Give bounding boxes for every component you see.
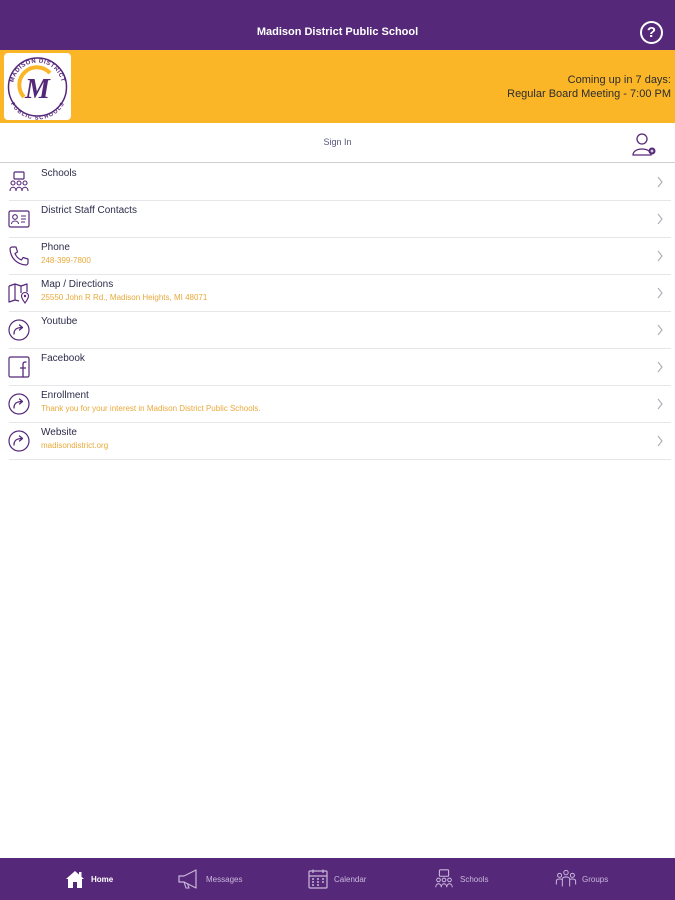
app-title: Madison District Public School — [256, 26, 419, 38]
menu-item-schools[interactable]: Schools — [9, 164, 671, 201]
menu-item-title: District Staff Contacts — [41, 205, 137, 216]
tab-label: Schools — [460, 874, 489, 884]
menu-item-map-directions[interactable]: Map / Directions 25550 John R Rd., Madis… — [8, 275, 671, 312]
menu-item-facebook[interactable]: Facebook — [8, 349, 671, 386]
announcement-banner: MADISON DISTRICT PUBLIC SCHOOLS M Coming… — [0, 50, 675, 123]
tab-label: Home — [91, 874, 114, 884]
phone-icon — [9, 246, 29, 266]
share-arrow-icon — [8, 393, 30, 415]
logo-letter: M — [24, 74, 51, 105]
share-arrow-icon — [8, 319, 30, 341]
tab-calendar[interactable]: Calendar — [307, 858, 366, 900]
chevron-right-icon — [657, 287, 663, 299]
chevron-right-icon — [657, 398, 663, 410]
sign-in-bar[interactable]: Sign In — [0, 123, 675, 163]
menu-item-title: Facebook — [41, 353, 85, 364]
menu-item-phone[interactable]: Phone 248-399-7800 — [9, 238, 671, 275]
home-menu: Schools District Staff Contacts Phone 24… — [0, 164, 675, 460]
tab-label: Calendar — [334, 874, 367, 884]
chevron-right-icon — [657, 361, 663, 373]
chevron-right-icon — [657, 213, 663, 225]
upcoming-label: Coming up in 7 days: — [567, 74, 671, 86]
chevron-right-icon — [657, 435, 663, 447]
menu-item-title: Youtube — [41, 316, 78, 327]
chevron-right-icon — [657, 176, 663, 188]
help-button[interactable]: ? — [640, 21, 663, 44]
menu-item-title: Enrollment — [41, 390, 89, 401]
menu-item-enrollment[interactable]: Enrollment Thank you for your interest i… — [8, 386, 671, 423]
calendar-icon — [308, 869, 328, 889]
enrollment-message: Thank you for your interest in Madison D… — [41, 404, 261, 413]
phone-number: 248-399-7800 — [41, 256, 91, 265]
upcoming-event[interactable]: Coming up in 7 days: Regular Board Meeti… — [507, 73, 671, 101]
upcoming-event-title: Regular Board Meeting - 7:00 PM — [507, 88, 671, 100]
tab-groups[interactable]: Groups — [555, 858, 608, 900]
district-logo: MADISON DISTRICT PUBLIC SCHOOLS M — [4, 53, 71, 122]
menu-item-website[interactable]: Website madisondistrict.org — [8, 423, 671, 460]
website-url: madisondistrict.org — [41, 441, 109, 450]
tab-label: Groups — [582, 874, 609, 884]
top-bar: Madison District Public School ? — [0, 0, 675, 50]
menu-item-title: Schools — [41, 168, 77, 179]
megaphone-icon — [178, 869, 197, 889]
tab-schools[interactable]: Schools — [433, 858, 488, 900]
home-icon — [66, 871, 84, 888]
sign-in-label[interactable]: Sign In — [0, 137, 675, 147]
menu-item-youtube[interactable]: Youtube — [8, 312, 671, 349]
chevron-right-icon — [657, 324, 663, 336]
chevron-right-icon — [657, 250, 663, 262]
groups-icon — [555, 869, 577, 887]
help-icon: ? — [646, 24, 657, 41]
schools-icon — [435, 869, 453, 888]
bottom-tab-bar: Home Messages Calendar Schools Groups — [0, 858, 675, 900]
facebook-icon — [8, 356, 30, 378]
menu-item-title: Map / Directions — [41, 279, 114, 290]
contact-card-icon — [8, 210, 30, 228]
user-add-icon[interactable] — [630, 130, 658, 158]
menu-item-title: Website — [41, 427, 77, 438]
share-arrow-icon — [8, 430, 30, 452]
schools-icon — [9, 171, 29, 192]
menu-item-title: Phone — [41, 242, 70, 253]
map-icon — [8, 283, 30, 304]
tab-label: Messages — [206, 874, 243, 884]
menu-item-district-staff-contacts[interactable]: District Staff Contacts — [8, 201, 671, 238]
tab-messages[interactable]: Messages — [177, 858, 242, 900]
address: 25550 John R Rd., Madison Heights, MI 48… — [41, 293, 208, 302]
tab-home[interactable]: Home — [64, 858, 113, 900]
